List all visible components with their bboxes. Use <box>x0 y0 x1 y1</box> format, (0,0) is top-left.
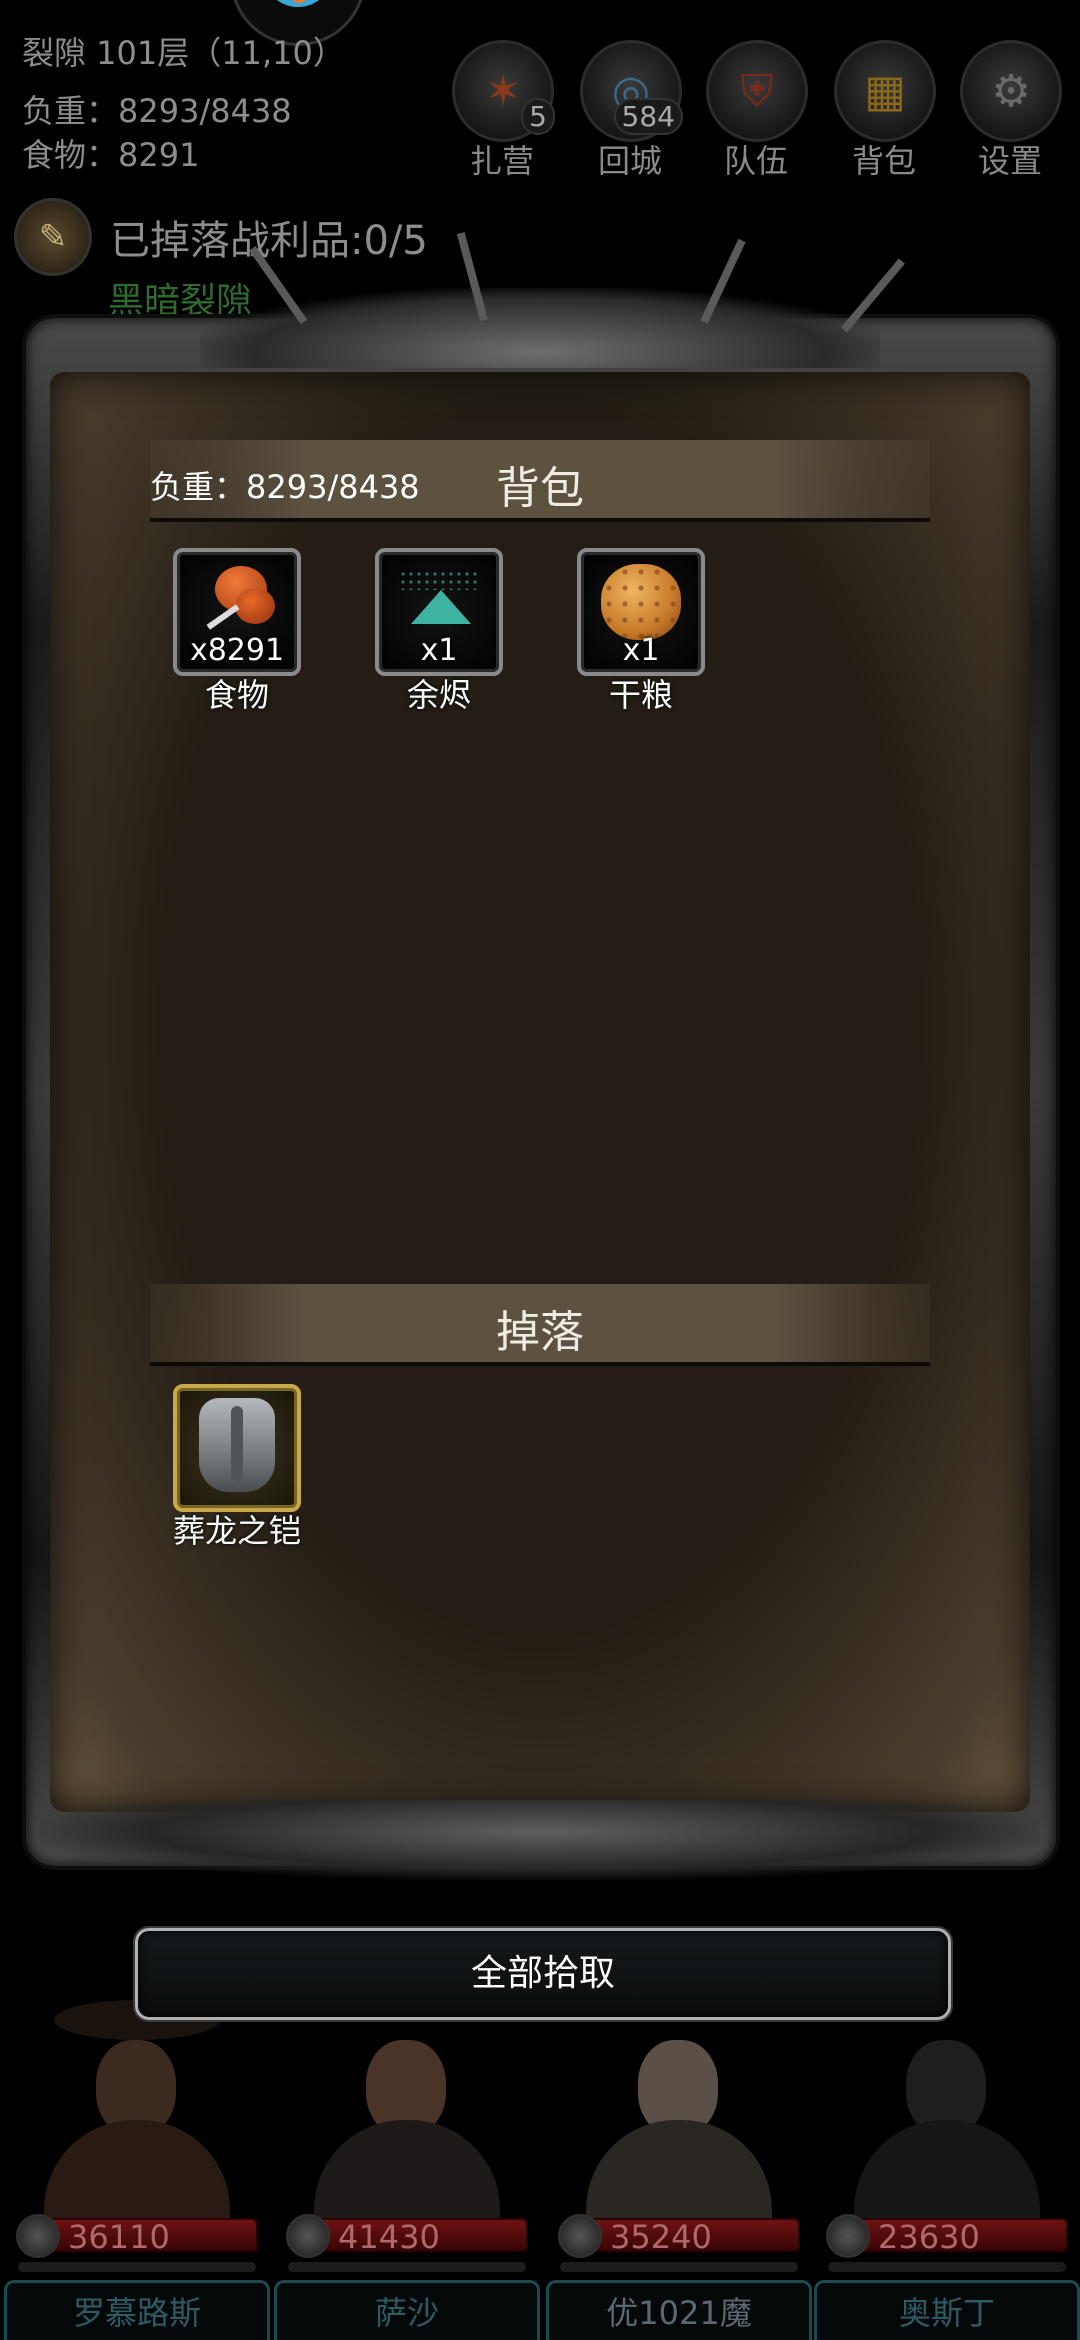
nav-team-button[interactable]: ⛨ 队伍 <box>706 40 808 182</box>
hero-name: 优1021魔 <box>546 2280 812 2340</box>
item-slot: x1 <box>577 548 705 676</box>
nav-settings-button[interactable]: ⚙ 设置 <box>960 40 1062 182</box>
item-slot <box>173 1384 301 1512</box>
item-qty: x8291 <box>189 633 285 668</box>
hp-bar: 23630 <box>854 2218 1068 2254</box>
weight-label: 负重：8293/8438 <box>22 92 292 130</box>
hp-row: 23630 <box>826 2212 1068 2258</box>
hero-name: 萨沙 <box>274 2280 540 2340</box>
item-slot: x8291 <box>173 548 301 676</box>
item-name: 食物 <box>204 676 269 714</box>
chest-icon: ▦ <box>834 40 936 142</box>
hp-bar: 41430 <box>314 2218 528 2254</box>
bag-item-ember[interactable]: x1 余烬 <box>364 548 514 716</box>
item-qty: x1 <box>420 633 458 668</box>
biscuit-icon <box>601 564 681 640</box>
sword-icon <box>16 2214 60 2258</box>
hp-row: 41430 <box>286 2212 528 2258</box>
sword-icon <box>826 2214 870 2258</box>
nav-bag-label: 背包 <box>851 142 916 180</box>
drumstick-icon <box>205 566 275 638</box>
shield-icon: ⛨ <box>706 40 808 142</box>
sword-icon <box>286 2214 330 2258</box>
nav-return-label: 回城 <box>597 142 662 180</box>
nav-camp-label: 扎营 <box>469 142 534 180</box>
nav-bag-button[interactable]: ▦ 背包 <box>834 40 936 182</box>
bag-item-ration[interactable]: x1 干粮 <box>566 548 716 716</box>
item-name: 干粮 <box>608 676 673 714</box>
xp-bar <box>560 2262 798 2272</box>
hero-body <box>44 2120 230 2220</box>
hp-row: 35240 <box>558 2212 800 2258</box>
frame-bottom-ornament <box>40 1800 1040 1880</box>
location-label: 裂隙 101层（11,10） <box>22 34 345 72</box>
food-label: 食物：8291 <box>22 136 200 174</box>
bag-title: 背包 <box>496 463 584 514</box>
xp-bar <box>828 2262 1066 2272</box>
hero-body <box>586 2120 772 2220</box>
nav-camp-button[interactable]: ✶ 5 扎营 <box>452 40 555 182</box>
item-name: 余烬 <box>406 676 471 714</box>
bag-item-food[interactable]: x8291 食物 <box>162 548 312 716</box>
hp-row: 36110 <box>16 2212 258 2258</box>
nav-settings-label: 设置 <box>977 142 1042 180</box>
item-name: 葬龙之铠 <box>172 1512 301 1550</box>
xp-bar <box>288 2262 526 2272</box>
return-badge: 584 <box>613 98 683 135</box>
drop-section-header: 掉落 <box>150 1284 930 1366</box>
bag-section-header: 负重：8293/8438 背包 <box>150 440 930 522</box>
item-qty: x1 <box>622 633 660 668</box>
nav-team-label: 队伍 <box>723 142 788 180</box>
frame-ornament <box>200 288 880 368</box>
sword-icon <box>558 2214 602 2258</box>
pick-all-button[interactable]: 全部拾取 <box>135 1928 951 2020</box>
hero-body <box>314 2120 500 2220</box>
armor-icon <box>199 1398 275 1492</box>
portal-icon: ◎ 584 <box>580 40 683 142</box>
campfire-icon: ✶ 5 <box>452 40 555 142</box>
hp-bar: 36110 <box>44 2218 258 2254</box>
hero-body <box>854 2120 1040 2220</box>
hp-bar: 35240 <box>586 2218 800 2254</box>
hero-name: 罗慕路斯 <box>4 2280 270 2340</box>
item-slot: x1 <box>375 548 503 676</box>
drop-title: 掉落 <box>496 1307 584 1358</box>
game-screen: 裂隙 101层（11,10） 负重：8293/8438 食物：8291 ✶ 5 … <box>0 0 1080 2340</box>
drop-item-armor[interactable]: 葬龙之铠 <box>162 1384 312 1552</box>
ember-icon <box>411 590 471 624</box>
nav-return-button[interactable]: ◎ 584 回城 <box>580 40 683 182</box>
scroll-icon: ✎ <box>14 198 92 276</box>
ember-sparkle-icon <box>399 570 479 590</box>
hero-name: 奥斯丁 <box>814 2280 1080 2340</box>
gear-icon: ⚙ <box>960 40 1062 142</box>
loot-status-text: 已掉落战利品:0/5 <box>110 218 428 264</box>
xp-bar <box>18 2262 256 2272</box>
loot-status: ✎ 已掉落战利品:0/5 <box>14 198 428 276</box>
camp-badge: 5 <box>521 98 555 135</box>
